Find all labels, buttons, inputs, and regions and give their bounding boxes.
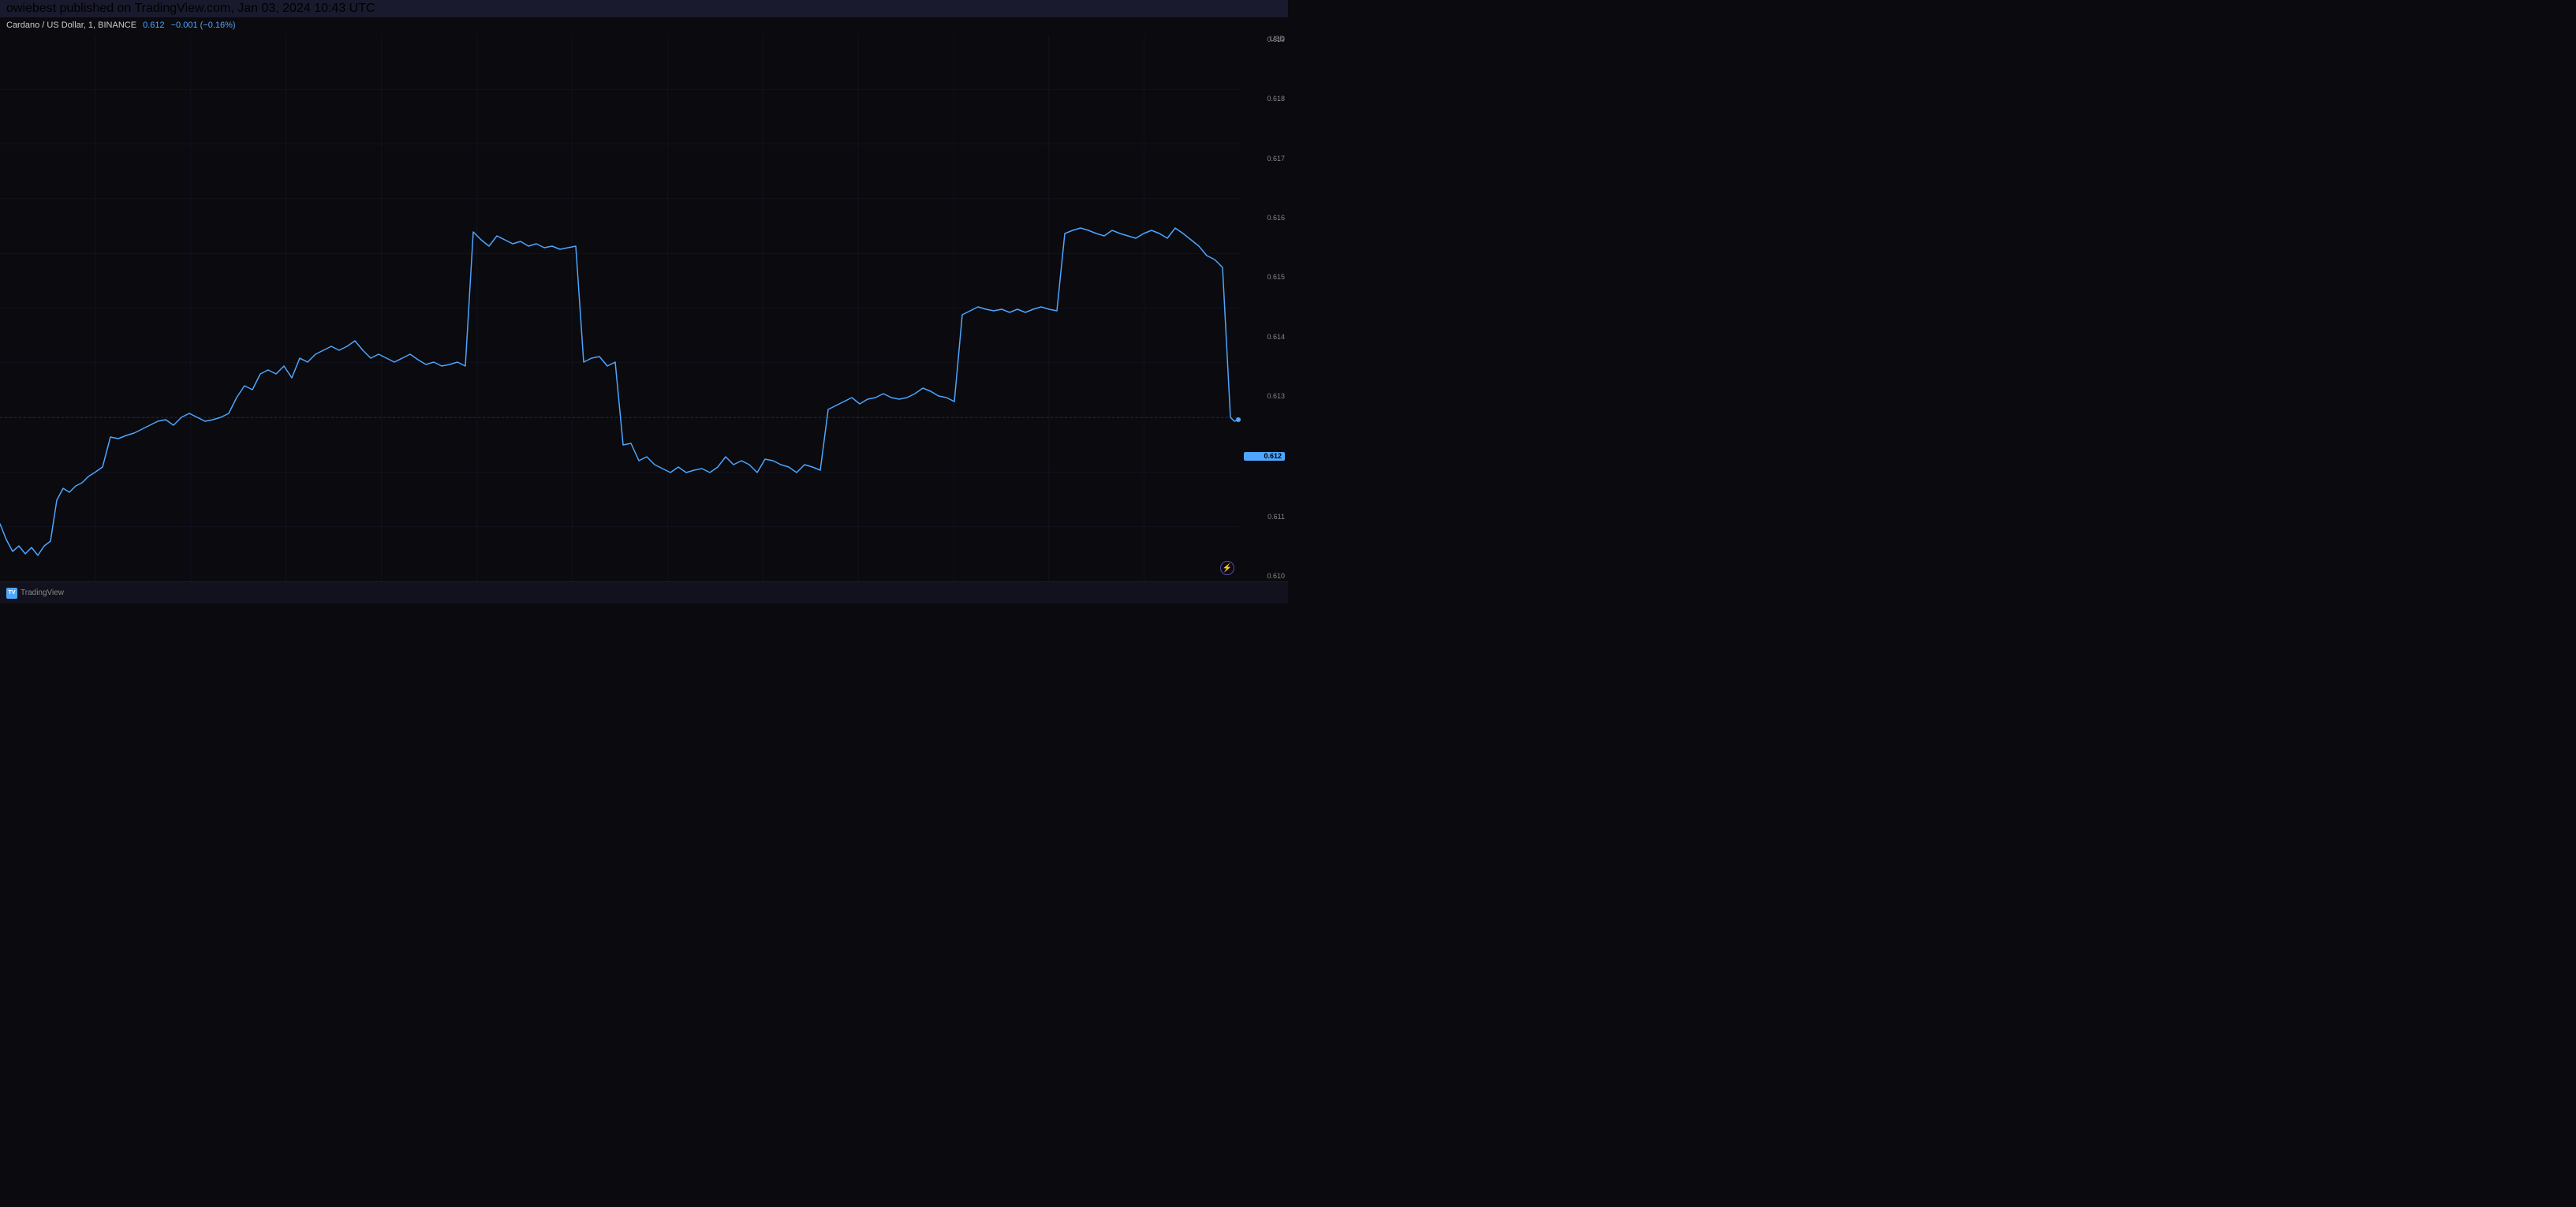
chart-container: owiebest published on TradingView.com, J… <box>0 0 1288 604</box>
price-label-0613: 0.613 <box>1244 393 1285 400</box>
top-bar: owiebest published on TradingView.com, J… <box>0 0 1288 17</box>
chart-header: Cardano / US Dollar, 1, BINANCE 0.612 −0… <box>6 17 236 30</box>
price-label-0610: 0.610 <box>1244 573 1285 580</box>
chart-area[interactable] <box>0 35 1241 581</box>
currency-label: USD <box>1270 35 1285 43</box>
price-axis: 0.619 0.618 0.617 0.616 0.615 0.614 0.61… <box>1241 35 1288 581</box>
price-label-0616: 0.616 <box>1244 215 1285 222</box>
tradingview-logo: TV TradingView <box>6 588 64 599</box>
price-label-0611: 0.611 <box>1244 514 1285 521</box>
price-label-0615: 0.615 <box>1244 274 1285 281</box>
current-price: 0.612 <box>143 21 165 30</box>
price-change: −0.001 (−0.16%) <box>171 21 236 30</box>
price-label-0612-current: 0.612 <box>1244 452 1285 461</box>
price-label-0617: 0.617 <box>1244 155 1285 163</box>
attribution-text: owiebest published on TradingView.com, J… <box>6 2 375 16</box>
price-label-0614: 0.614 <box>1244 334 1285 341</box>
lightning-icon[interactable]: ⚡ <box>1220 561 1234 575</box>
bottom-bar: TV TradingView <box>0 581 1288 604</box>
tradingview-text: TradingView <box>21 589 64 597</box>
price-label-0618: 0.618 <box>1244 95 1285 103</box>
symbol-info: Cardano / US Dollar, 1, BINANCE <box>6 21 136 30</box>
tv-icon: TV <box>6 588 17 599</box>
